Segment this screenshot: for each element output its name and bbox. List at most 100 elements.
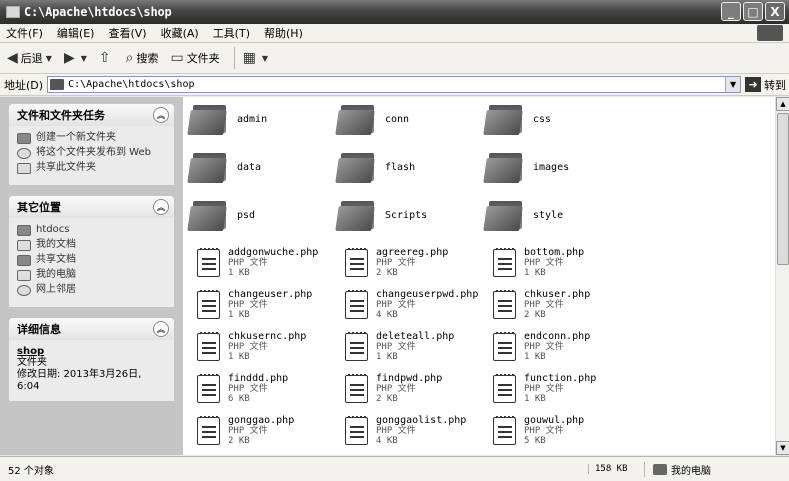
file-info: deleteall.php PHP 文件 1 KB [376, 331, 454, 362]
tasks-panel-header[interactable]: 文件和文件夹任务 ︽ [9, 104, 174, 126]
folder-item[interactable]: psd [187, 199, 255, 231]
file-item[interactable]: deleteall.php PHP 文件 1 KB [345, 331, 454, 362]
maximize-button[interactable]: □ [743, 2, 763, 21]
explorer-window: C:\Apache\htdocs\shop _ □ X 文件(F) 编辑(E) … [0, 0, 789, 481]
folder-name: Scripts [385, 209, 428, 221]
minimize-button[interactable]: _ [721, 2, 741, 21]
vertical-scrollbar[interactable]: ▲ ▼ [775, 97, 789, 455]
file-info: endconn.php PHP 文件 1 KB [524, 331, 590, 362]
folder-icon [335, 103, 377, 135]
status-bar: 52 个对象 158 KB 我的电脑 [0, 456, 789, 481]
folder-up-icon: ⇧ [98, 50, 111, 66]
place-my-computer[interactable]: 我的电脑 [17, 269, 166, 281]
details-panel-header[interactable]: 详细信息 ︽ [9, 318, 174, 340]
file-size: 6 KB [228, 394, 250, 404]
folder-item[interactable]: data [187, 151, 261, 183]
views-icon: ▦ [242, 50, 256, 66]
file-item[interactable]: changeuserpwd.php PHP 文件 4 KB [345, 289, 478, 320]
views-button[interactable]: ▦ ▼ [240, 46, 271, 70]
scroll-up-button[interactable]: ▲ [776, 97, 789, 111]
folder-icon [483, 103, 525, 135]
folder-item[interactable]: images [483, 151, 569, 183]
task-share-folder[interactable]: 共享此文件夹 [17, 162, 166, 174]
folder-item[interactable]: flash [335, 151, 416, 183]
places-panel-header[interactable]: 其它位置 ︽ [9, 196, 174, 218]
file-item[interactable]: agreereg.php PHP 文件 2 KB [345, 247, 448, 278]
file-size: 1 KB [524, 352, 546, 362]
menu-edit[interactable]: 编辑(E) [57, 25, 95, 41]
menu-bar: 文件(F) 编辑(E) 查看(V) 收藏(A) 工具(T) 帮助(H) [0, 24, 789, 43]
scroll-down-button[interactable]: ▼ [776, 441, 789, 455]
toolbar-divider [233, 47, 235, 69]
php-file-icon [493, 331, 516, 361]
place-label: 我的电脑 [36, 269, 76, 280]
back-label: 后退 [20, 52, 43, 65]
file-info: finddd.php PHP 文件 6 KB [228, 373, 288, 404]
task-label: 创建一个新文件夹 [36, 132, 116, 143]
file-item[interactable]: changeuser.php PHP 文件 1 KB [197, 289, 312, 320]
shared-folder-icon [17, 255, 31, 266]
file-item[interactable]: bottom.php PHP 文件 1 KB [493, 247, 584, 278]
folder-item[interactable]: style [483, 199, 563, 231]
folder-icon [6, 6, 20, 18]
place-label: 共享文档 [36, 254, 76, 265]
up-button[interactable]: ⇧ [96, 46, 117, 70]
close-button[interactable]: X [765, 2, 785, 21]
address-bar: 地址(D) C:\Apache\htdocs\shop ▼ ➜ 转到 [0, 74, 789, 96]
file-item[interactable]: findpwd.php PHP 文件 2 KB [345, 373, 442, 404]
folder-item[interactable]: admin [187, 103, 267, 135]
file-item[interactable]: gonggaolist.php PHP 文件 4 KB [345, 415, 466, 446]
globe-icon [17, 148, 31, 159]
file-size: 1 KB [228, 310, 250, 320]
folders-button[interactable]: ▭ 文件夹 [167, 46, 222, 70]
file-name: chkusernc.php [228, 331, 307, 342]
toolbar: ◀ 后退 ▼ ▶ ▼ ⇧ ⌕ 搜索 ▭ 文件夹 ▦ ▼ [0, 43, 789, 74]
place-my-documents[interactable]: 我的文档 [17, 239, 166, 251]
file-item[interactable]: gonggao.php PHP 文件 2 KB [197, 415, 294, 446]
folder-icon [483, 151, 525, 183]
file-item[interactable]: addgonwuche.php PHP 文件 1 KB [197, 247, 318, 278]
file-type: PHP 文件 [228, 426, 268, 436]
menu-view[interactable]: 查看(V) [108, 25, 146, 41]
file-name: changeuserpwd.php [376, 289, 479, 300]
place-label: htdocs [36, 224, 70, 235]
folder-item[interactable]: css [483, 103, 551, 135]
collapse-icon[interactable]: ︽ [153, 321, 169, 337]
file-item[interactable]: finddd.php PHP 文件 6 KB [197, 373, 288, 404]
search-button[interactable]: ⌕ 搜索 [123, 46, 162, 70]
menu-tools[interactable]: 工具(T) [213, 25, 250, 41]
folder-item[interactable]: Scripts [335, 199, 428, 231]
task-publish-web[interactable]: 将这个文件夹发布到 Web [17, 147, 166, 159]
collapse-icon[interactable]: ︽ [153, 107, 169, 123]
chevron-down-icon: ▼ [261, 53, 269, 63]
collapse-icon[interactable]: ︽ [153, 199, 169, 215]
folder-item[interactable]: conn [335, 103, 409, 135]
file-item[interactable]: chkuser.php PHP 文件 2 KB [493, 289, 590, 320]
file-item[interactable]: endconn.php PHP 文件 1 KB [493, 331, 590, 362]
title-bar[interactable]: C:\Apache\htdocs\shop _ □ X [0, 0, 789, 24]
file-type: PHP 文件 [228, 258, 268, 268]
php-file-icon [197, 415, 220, 445]
file-size: 2 KB [376, 268, 398, 278]
go-button[interactable]: ➜ 转到 [745, 77, 786, 93]
status-location: 我的电脑 [644, 461, 789, 477]
file-item[interactable]: gouwul.php PHP 文件 5 KB [493, 415, 584, 446]
menu-favorites[interactable]: 收藏(A) [161, 25, 199, 41]
menu-file[interactable]: 文件(F) [6, 25, 43, 41]
forward-button[interactable]: ▶ ▼ [61, 46, 90, 70]
place-shared-documents[interactable]: 共享文档 [17, 254, 166, 266]
task-new-folder[interactable]: 创建一个新文件夹 [17, 132, 166, 144]
file-item[interactable]: chkusernc.php PHP 文件 1 KB [197, 331, 306, 362]
file-size: 1 KB [228, 268, 250, 278]
file-item[interactable]: function.php PHP 文件 1 KB [493, 373, 596, 404]
address-input[interactable]: C:\Apache\htdocs\shop ▼ [47, 76, 742, 93]
folder-name: flash [385, 161, 416, 173]
address-dropdown-button[interactable]: ▼ [725, 77, 741, 92]
place-htdocs[interactable]: htdocs [17, 224, 166, 236]
place-network[interactable]: 网上邻居 [17, 284, 166, 296]
status-object-count: 52 个对象 [8, 465, 54, 477]
back-button[interactable]: ◀ 后退 ▼ [4, 46, 55, 70]
window-controls: _ □ X [721, 2, 785, 21]
menu-help[interactable]: 帮助(H) [264, 25, 303, 41]
scroll-thumb[interactable] [777, 113, 789, 265]
